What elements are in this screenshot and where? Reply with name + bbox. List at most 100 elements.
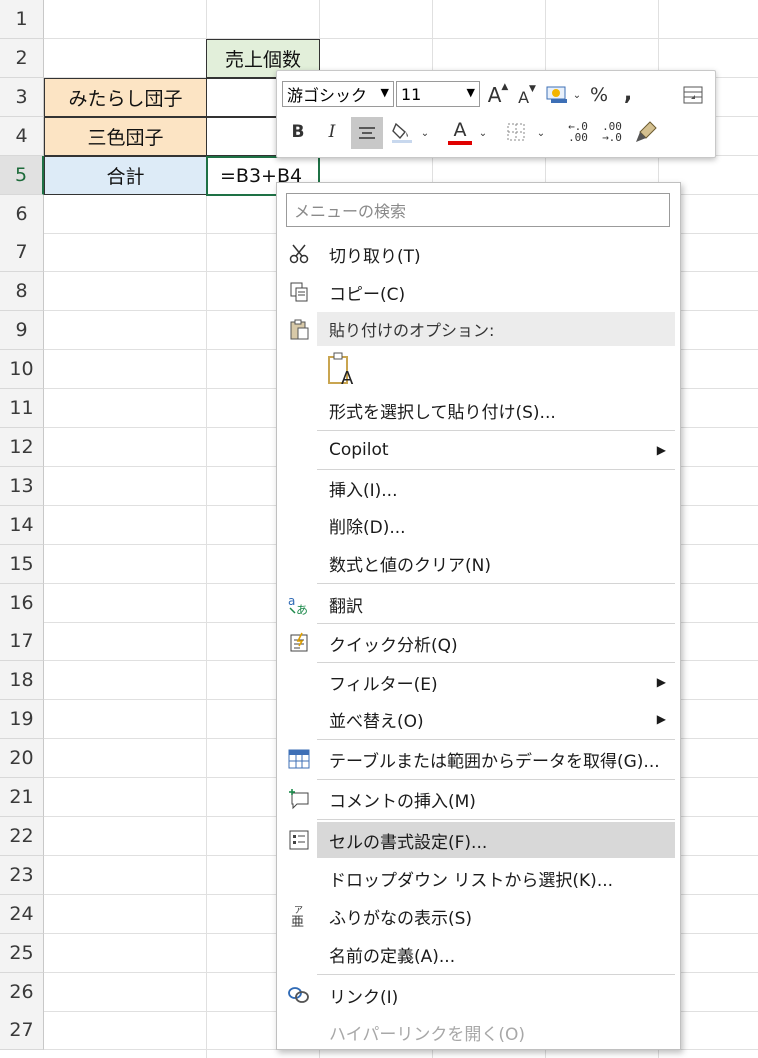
- format-painter-icon: [636, 121, 657, 142]
- row-header-6[interactable]: 6: [0, 195, 44, 234]
- menu-item-dropdown-pick[interactable]: ドロップダウン リストから選択(K)...: [277, 861, 680, 895]
- increase-decimal-button[interactable]: ←.0 .00: [561, 117, 595, 147]
- chevron-down-icon: ▼: [466, 86, 475, 99]
- bold-button[interactable]: B: [285, 117, 311, 147]
- menu-separator: [317, 779, 675, 780]
- menu-item-label: テーブルまたは範囲からデータを取得(G)...: [329, 751, 660, 772]
- submenu-arrow-icon: ▶: [656, 712, 666, 726]
- borders-button[interactable]: [501, 117, 531, 147]
- quick-analysis-icon: [285, 629, 313, 657]
- menu-item-translate[interactable]: aあ 翻訳: [277, 587, 680, 621]
- menu-item-insert[interactable]: 挿入(I)...: [277, 471, 680, 505]
- menu-item-label: ふりがなの表示(S): [329, 908, 473, 929]
- menu-item-link[interactable]: リンク(I): [277, 978, 680, 1012]
- menu-item-sort[interactable]: 並べ替え(O) ▶: [277, 702, 680, 736]
- row-header-22[interactable]: 22: [0, 817, 44, 856]
- wrap-format-button[interactable]: [679, 81, 707, 109]
- cell-a5[interactable]: 合計: [44, 156, 207, 195]
- menu-item-insert-comment[interactable]: コメントの挿入(M): [277, 782, 680, 816]
- row-header-1[interactable]: 1: [0, 0, 44, 39]
- menu-item-label: 挿入(I)...: [329, 480, 398, 501]
- center-align-button[interactable]: [351, 117, 383, 149]
- cell-a3[interactable]: みたらし団子: [44, 78, 207, 117]
- row-header-9[interactable]: 9: [0, 311, 44, 350]
- row-header-18[interactable]: 18: [0, 661, 44, 700]
- row-header-13[interactable]: 13: [0, 467, 44, 506]
- chevron-down-icon[interactable]: ⌄: [571, 85, 583, 105]
- scissors-icon: [285, 240, 313, 268]
- row-header-24[interactable]: 24: [0, 895, 44, 934]
- paint-bucket-icon: [392, 122, 412, 143]
- font-color-button[interactable]: A: [445, 117, 475, 147]
- row-header-21[interactable]: 21: [0, 778, 44, 817]
- chevron-down-icon[interactable]: ⌄: [419, 123, 431, 143]
- row-header-4[interactable]: 4: [0, 117, 44, 156]
- row-header-3[interactable]: 3: [0, 78, 44, 117]
- link-icon: [285, 981, 313, 1009]
- row-header-26[interactable]: 26: [0, 973, 44, 1012]
- row-header-7[interactable]: 7: [0, 233, 44, 272]
- menu-item-label: 並べ替え(O): [329, 711, 424, 732]
- svg-text:あ: あ: [296, 603, 308, 616]
- chevron-down-icon[interactable]: ⌄: [477, 123, 489, 143]
- menu-item-label: フィルター(E): [329, 674, 438, 695]
- menu-item-clear-contents[interactable]: 数式と値のクリア(N): [277, 546, 680, 580]
- row-header-19[interactable]: 19: [0, 700, 44, 739]
- row-header-11[interactable]: 11: [0, 389, 44, 428]
- row-header-16[interactable]: 16: [0, 584, 44, 623]
- menu-item-paste-special[interactable]: 形式を選択して貼り付け(S)...: [277, 393, 680, 427]
- font-size-combobox[interactable]: 11 ▼: [396, 81, 480, 107]
- menu-item-format-cells[interactable]: セルの書式設定(F)...: [317, 822, 675, 858]
- row-header-23[interactable]: 23: [0, 856, 44, 895]
- row-header-8[interactable]: 8: [0, 272, 44, 311]
- cell-a4[interactable]: 三色団子: [44, 117, 207, 156]
- row-header-17[interactable]: 17: [0, 622, 44, 661]
- italic-button[interactable]: I: [319, 117, 345, 147]
- format-table-icon: [683, 86, 703, 104]
- menu-item-delete[interactable]: 削除(D)...: [277, 508, 680, 542]
- row-header-14[interactable]: 14: [0, 506, 44, 545]
- row-header-10[interactable]: 10: [0, 350, 44, 389]
- menu-item-label: 切り取り(T): [329, 246, 421, 267]
- menu-separator: [317, 469, 675, 470]
- menu-separator: [317, 819, 675, 820]
- menu-item-label: 名前の定義(A)...: [329, 946, 456, 967]
- menu-item-filter[interactable]: フィルター(E) ▶: [277, 665, 680, 699]
- menu-separator: [317, 662, 675, 663]
- row-header-2[interactable]: 2: [0, 39, 44, 78]
- menu-item-get-data[interactable]: テーブルまたは範囲からデータを取得(G)...: [277, 742, 680, 776]
- row-header-15[interactable]: 15: [0, 545, 44, 584]
- menu-search-input[interactable]: メニューの検索: [286, 193, 670, 227]
- row-header-27[interactable]: 27: [0, 1011, 44, 1050]
- paste-option-keep-text[interactable]: A: [277, 349, 680, 389]
- chevron-down-icon[interactable]: ⌄: [535, 123, 547, 143]
- comma-style-button[interactable]: ,: [617, 79, 639, 107]
- menu-item-define-name[interactable]: 名前の定義(A)...: [277, 937, 680, 971]
- accounting-format-button[interactable]: [543, 80, 571, 108]
- menu-item-copy[interactable]: コピー(C): [277, 275, 680, 309]
- table-icon: [285, 745, 313, 773]
- menu-item-quick-analysis[interactable]: クイック分析(Q): [277, 626, 680, 660]
- borders-icon: [507, 123, 525, 141]
- decrease-decimal-button[interactable]: .00 →.0: [595, 117, 629, 147]
- menu-item-copilot[interactable]: Copilot ▶: [277, 433, 680, 467]
- fill-color-button[interactable]: [387, 117, 417, 147]
- clipboard-icon: [285, 315, 313, 343]
- row-header-20[interactable]: 20: [0, 739, 44, 778]
- format-painter-button[interactable]: [631, 117, 661, 147]
- menu-item-label: 削除(D)...: [329, 517, 406, 538]
- font-name-combobox[interactable]: 游ゴシック ▼: [282, 81, 394, 107]
- row-gridline: [44, 38, 758, 39]
- format-cells-icon: [285, 826, 313, 854]
- row-header-5[interactable]: 5: [0, 156, 44, 195]
- menu-item-show-furigana[interactable]: ア亜 ふりがなの表示(S): [277, 899, 680, 933]
- font-color-swatch: [448, 141, 472, 145]
- increase-font-icon: A: [487, 83, 502, 107]
- percent-style-button[interactable]: %: [585, 81, 613, 109]
- decrease-font-button[interactable]: A ▼: [515, 83, 539, 111]
- translate-icon: aあ: [285, 590, 313, 618]
- row-header-25[interactable]: 25: [0, 934, 44, 973]
- row-header-12[interactable]: 12: [0, 428, 44, 467]
- increase-font-button[interactable]: A ▲: [486, 81, 510, 109]
- menu-item-cut[interactable]: 切り取り(T): [277, 237, 680, 271]
